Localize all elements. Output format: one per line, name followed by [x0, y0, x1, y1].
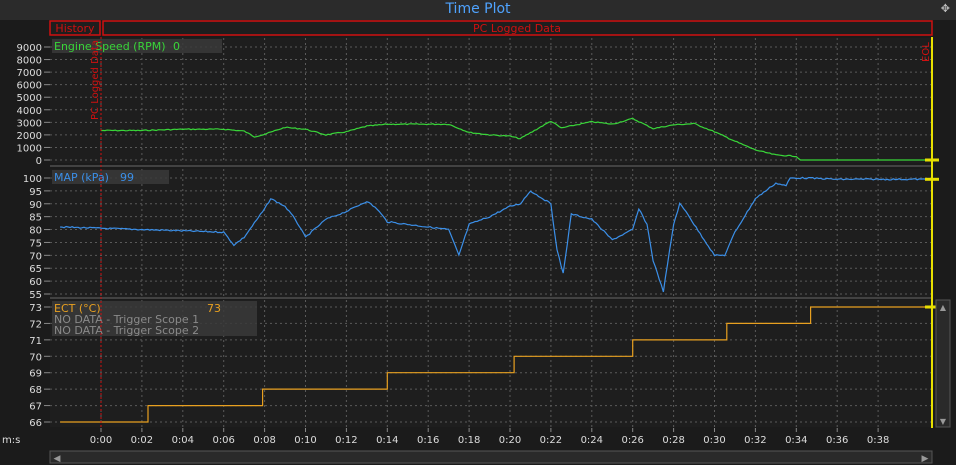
scroll-up-icon[interactable]: ▲ — [940, 303, 947, 312]
time-tick-label: 0:20 — [499, 435, 521, 446]
time-tick-label: 0:38 — [867, 435, 889, 446]
window-titlebar: Time Plot ✥ — [0, 0, 956, 20]
y-tick-label: 9000 — [17, 43, 42, 54]
rpm-legend-value: 0 — [173, 40, 180, 53]
y-tick-label: 3000 — [17, 118, 42, 129]
y-tick-label: 70 — [29, 251, 42, 262]
time-tick-label: 0:14 — [376, 435, 398, 446]
horizontal-scrollbar[interactable] — [49, 450, 933, 464]
time-tick-label: 0:10 — [294, 435, 316, 446]
history-tab-label: History — [55, 22, 95, 35]
time-tick-label: 0:04 — [172, 435, 194, 446]
y-tick-label: 1000 — [17, 143, 42, 154]
y-tick-label: 71 — [29, 336, 42, 347]
y-tick-label: 73 — [29, 303, 42, 314]
time-tick-label: 0:36 — [826, 435, 848, 446]
time-tick-label: 0:00 — [90, 435, 112, 446]
start-marker-label: PC Logged Data — [90, 40, 101, 120]
rpm-legend-label: Engine Speed (RPM) — [54, 40, 166, 53]
scroll-left-icon[interactable]: ◀ — [54, 454, 61, 464]
y-tick-label: 70 — [29, 352, 42, 363]
time-tick-label: 0:32 — [744, 435, 766, 446]
time-tick-label: 0:08 — [253, 435, 275, 446]
y-tick-label: 7000 — [17, 68, 42, 79]
time-tick-label: 0:26 — [621, 435, 643, 446]
scroll-right-icon[interactable]: ▶ — [922, 454, 929, 464]
map-legend: MAP (kPa) 99 — [52, 170, 169, 184]
map-panel — [50, 169, 932, 297]
rpm-legend: Engine Speed (RPM) 0 — [52, 39, 222, 53]
scroll-down-icon[interactable]: ▼ — [940, 417, 947, 426]
ect-legend-value: 73 — [207, 302, 221, 315]
y-tick-label: 90 — [29, 200, 42, 211]
y-tick-label: 6000 — [17, 81, 42, 92]
window-title: Time Plot — [445, 1, 511, 17]
logged-data-tab[interactable]: PC Logged Data — [102, 20, 933, 36]
logged-data-tab-label: PC Logged Data — [473, 22, 561, 35]
y-axis-ticks: 9000 80007000 60005000 40003000 20001000 0 100… — [17, 43, 50, 429]
no-data-trigger-scope-2: NO DATA - Trigger Scope 2 — [54, 324, 199, 337]
y-tick-label: 65 — [29, 264, 42, 275]
y-tick-label: 60 — [29, 277, 42, 288]
eol-marker-label: EOL — [921, 42, 932, 62]
vertical-scrollbar[interactable] — [935, 299, 951, 428]
y-tick-label: 75 — [29, 238, 42, 249]
time-plot-window: Time Plot ✥ History PC Logged Data 9000 8… — [0, 0, 956, 465]
time-plot-area[interactable]: History PC Logged Data 90008000700060005… — [0, 20, 956, 465]
time-tick-label: 0:34 — [785, 435, 807, 446]
y-tick-label: 55 — [29, 290, 42, 301]
pin-icon[interactable]: ✥ — [941, 2, 950, 15]
y-tick-label: 67 — [29, 402, 42, 413]
history-tab[interactable]: History — [49, 20, 101, 36]
time-tick-label: 0:30 — [703, 435, 725, 446]
y-tick-label: 72 — [29, 319, 42, 330]
y-tick-label: 4000 — [17, 106, 42, 117]
y-tick-label: 0 — [36, 156, 42, 167]
time-tick-label: 0:02 — [131, 435, 153, 446]
y-tick-label: 68 — [29, 385, 42, 396]
time-tick-label: 0:28 — [662, 435, 684, 446]
y-tick-label: 100 — [23, 174, 42, 185]
map-legend-value: 99 — [120, 171, 134, 184]
time-tick-label: 0:24 — [581, 435, 603, 446]
y-tick-label: 66 — [29, 418, 42, 429]
time-axis-ticks: 0:00 0:02 0:04 0:06 0:08 0:10 0:12 0:14 0:16 0:18… — [90, 428, 889, 446]
y-tick-label: 85 — [29, 213, 42, 224]
y-tick-label: 2000 — [17, 131, 42, 142]
time-tick-label: 0:22 — [540, 435, 562, 446]
time-tick-label: 0:12 — [335, 435, 357, 446]
y-tick-label: 69 — [29, 369, 42, 380]
y-tick-label: 5000 — [17, 93, 42, 104]
time-tick-label: 0:06 — [212, 435, 234, 446]
time-axis-label: m:s — [2, 435, 20, 446]
time-tick-label: 0:18 — [458, 435, 480, 446]
time-tick-label: 0:16 — [417, 435, 439, 446]
y-tick-label: 80 — [29, 226, 42, 237]
y-tick-label: 8000 — [17, 56, 42, 67]
ect-legend: ECT (°C) 73 NO DATA - Trigger Scope 1 NO… — [52, 301, 257, 337]
y-tick-label: 95 — [29, 187, 42, 198]
